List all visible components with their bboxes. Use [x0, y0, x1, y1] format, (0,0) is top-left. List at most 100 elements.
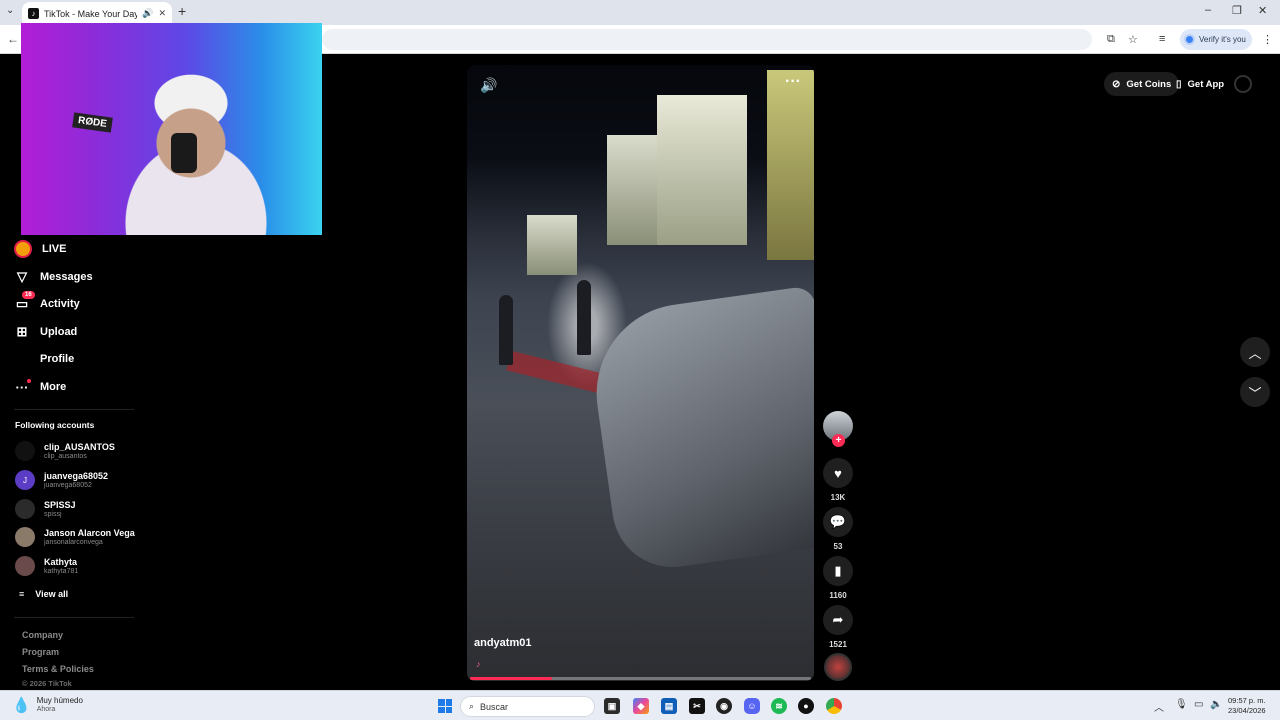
sidebar-item-activity[interactable]: ▭ 16 Activity	[14, 291, 80, 312]
volume-icon[interactable]: 🔊	[480, 77, 497, 94]
tray-overflow-icon[interactable]: ︿	[1154, 699, 1164, 714]
phone-icon: ▯	[1176, 78, 1182, 90]
windows-start-icon[interactable]	[438, 699, 452, 713]
new-tab-icon[interactable]: +	[178, 4, 186, 18]
app-icon[interactable]: ●	[798, 698, 814, 714]
window-close-icon[interactable]: ✕	[1258, 4, 1267, 17]
more-icon: ···	[14, 379, 31, 395]
sidebar-item-label: Upload	[40, 326, 78, 338]
volume-tray-icon[interactable]: 🔈	[1210, 699, 1222, 710]
save-count: 1160	[829, 591, 847, 600]
footer-link-company[interactable]: Company	[22, 630, 63, 640]
account-username: jansonalarconvega	[44, 538, 103, 546]
system-clock[interactable]: 09:57 p. m. 23/04/2026	[1228, 696, 1266, 716]
sidebar-item-label: Profile	[40, 353, 75, 365]
install-app-icon[interactable]: ⧉	[1107, 33, 1115, 46]
bookmark-star-icon[interactable]: ☆	[1128, 33, 1138, 46]
address-bar[interactable]	[322, 29, 1092, 50]
following-account[interactable]: Kathyta kathyta781	[15, 556, 78, 576]
music-disc-icon[interactable]	[824, 653, 852, 681]
store-icon[interactable]: ▤	[661, 698, 677, 714]
profile-icon	[14, 351, 30, 367]
video-author[interactable]: andyatm01	[474, 637, 531, 649]
tiktok-favicon-icon: ♪	[28, 8, 39, 19]
footer-link-terms[interactable]: Terms & Policies	[22, 664, 94, 674]
microphone-tray-icon[interactable]: 🎙	[1175, 699, 1188, 710]
comment-button[interactable]: 💬 53	[823, 507, 853, 551]
sidebar-item-live[interactable]: LIVE	[14, 240, 66, 258]
upload-icon: ⊞	[16, 324, 28, 339]
sidebar-item-label: Activity	[40, 298, 80, 310]
video-scene	[585, 285, 814, 575]
live-icon	[14, 240, 32, 258]
weather-icon: 💧	[12, 697, 31, 714]
get-app-label: Get App	[1187, 78, 1225, 90]
avatar	[15, 556, 35, 576]
back-icon[interactable]: ←	[7, 32, 19, 46]
display-icon[interactable]: ▭	[1194, 699, 1203, 710]
windows-taskbar: 💧 Muy húmedo Ahora ⌕ Buscar ▣ ◆ ▤ ✂ ◉ ☺ …	[0, 690, 1280, 720]
weather-widget[interactable]: 💧 Muy húmedo Ahora	[12, 696, 83, 714]
avatar	[15, 527, 35, 547]
account-name: clip_AUSANTOS	[44, 441, 115, 452]
profile-icon	[1184, 34, 1195, 45]
next-video-button[interactable]: ﹀	[1240, 377, 1270, 407]
follow-plus-icon[interactable]: +	[832, 434, 845, 447]
task-view-icon[interactable]: ▣	[604, 698, 620, 714]
footer-link-program[interactable]: Program	[22, 647, 59, 657]
view-all-button[interactable]: ≡ View all	[19, 589, 68, 599]
sidebar-item-upload[interactable]: ⊞ Upload	[14, 324, 78, 340]
sidebar-item-profile[interactable]: Profile	[14, 351, 74, 367]
video-progress-bar[interactable]	[470, 677, 811, 680]
verify-profile-button[interactable]: Verify it's you	[1180, 29, 1252, 50]
account-name: juanvega68052	[44, 470, 109, 481]
spotify-icon[interactable]: ≋	[771, 698, 787, 714]
chrome-icon[interactable]	[826, 698, 842, 714]
get-app-button[interactable]: ▯ Get App	[1168, 72, 1232, 96]
video-scene	[499, 295, 513, 365]
taskbar-search[interactable]: ⌕ Buscar	[460, 696, 595, 717]
sidebar-item-messages[interactable]: ▽ Messages	[14, 269, 93, 285]
capcut-icon[interactable]: ✂	[689, 698, 705, 714]
browser-tab-strip: ⌄ ♪ TikTok - Make Your Day 🔊 ✕ + – ❐ ✕	[0, 0, 1280, 25]
following-account[interactable]: SPISSJ spissj	[15, 499, 76, 519]
video-progress-fill	[470, 677, 552, 680]
sidebar-item-more[interactable]: ··· More	[14, 379, 66, 395]
previous-video-button[interactable]: ︿	[1240, 337, 1270, 367]
activity-badge: 16	[22, 291, 35, 299]
video-scene	[767, 70, 814, 260]
maximize-icon[interactable]: ❐	[1232, 4, 1242, 17]
chevron-down-icon: ﹀	[1248, 385, 1262, 401]
share-button[interactable]: ➦ 1521	[823, 605, 853, 649]
video-player[interactable]: 🔊 ··· andyatm01 ♪	[467, 65, 814, 681]
comment-icon: 💬	[823, 507, 853, 537]
reading-list-icon[interactable]: ≡	[1159, 33, 1165, 45]
video-scene	[527, 215, 577, 275]
tab-search-icon[interactable]: ⌄	[6, 5, 14, 16]
get-coins-label: Get Coins	[1126, 78, 1172, 90]
copilot-icon[interactable]: ◆	[633, 698, 649, 714]
copyright: © 2026 TikTok	[22, 679, 72, 688]
chrome-menu-icon[interactable]: ⋮	[1262, 33, 1273, 46]
tab-close-icon[interactable]: ✕	[158, 8, 166, 19]
more-options-icon[interactable]: ···	[785, 73, 801, 91]
account-name: SPISSJ	[44, 499, 76, 510]
discord-icon[interactable]: ☺	[744, 698, 760, 714]
browser-tab[interactable]: ♪ TikTok - Make Your Day 🔊 ✕	[22, 2, 172, 25]
minimize-icon[interactable]: –	[1205, 4, 1211, 16]
user-avatar[interactable]	[1230, 72, 1256, 96]
following-account[interactable]: J juanvega68052 juanvega68052	[15, 470, 108, 490]
avatar	[15, 441, 35, 461]
obs-icon[interactable]: ◉	[716, 698, 732, 714]
video-scene	[577, 280, 591, 355]
webcam-overlay: RØDE	[21, 23, 322, 235]
sidebar-divider	[14, 409, 134, 410]
like-button[interactable]: ♥ 13K	[823, 458, 853, 502]
screen: ⌄ ♪ TikTok - Make Your Day 🔊 ✕ + – ❐ ✕ ←…	[0, 0, 1280, 720]
tab-audio-icon[interactable]: 🔊	[142, 8, 153, 19]
clock-date: 23/04/2026	[1228, 706, 1266, 715]
avatar	[15, 499, 35, 519]
following-account[interactable]: Janson Alarcon Vega jansonalarconvega	[15, 527, 135, 547]
following-account[interactable]: clip_AUSANTOS clip_ausantos	[15, 441, 115, 461]
save-button[interactable]: ▮ 1160	[823, 556, 853, 600]
